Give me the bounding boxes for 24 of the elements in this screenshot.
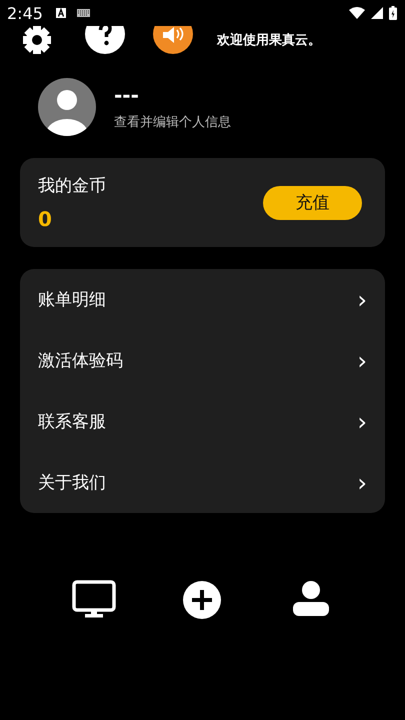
- user-name: ---: [114, 83, 140, 107]
- menu-item[interactable]: 联系客服: [38, 410, 106, 433]
- menu-item[interactable]: 账单明细: [38, 288, 106, 311]
- edit-profile-link[interactable]: 查看并编辑个人信息: [114, 113, 231, 131]
- help-icon[interactable]: [85, 26, 125, 54]
- speaker-icon[interactable]: [153, 26, 193, 54]
- status-time: 2:45: [7, 4, 43, 22]
- avatar-icon[interactable]: [38, 78, 96, 136]
- keyboard-icon: [76, 9, 90, 17]
- welcome-text: 欢迎使用果真云。: [217, 32, 321, 49]
- recharge-button[interactable]: 充值: [263, 186, 362, 220]
- chevron-icon: ›: [357, 348, 367, 372]
- wifi-icon: [349, 7, 365, 19]
- menu-item[interactable]: 关于我们: [38, 471, 106, 494]
- chevron-icon: ›: [357, 470, 367, 494]
- chevron-icon: ›: [357, 288, 367, 312]
- keyboard-a-icon: [54, 7, 67, 19]
- coins-amount: 0: [38, 207, 53, 231]
- chevron-icon: ›: [357, 410, 367, 434]
- monitor-icon[interactable]: [72, 580, 116, 620]
- signal-icon: [371, 7, 383, 19]
- coins-title: 我的金币: [38, 175, 106, 197]
- menu-item[interactable]: 激活体验码: [38, 349, 123, 372]
- battery-icon: [389, 6, 397, 20]
